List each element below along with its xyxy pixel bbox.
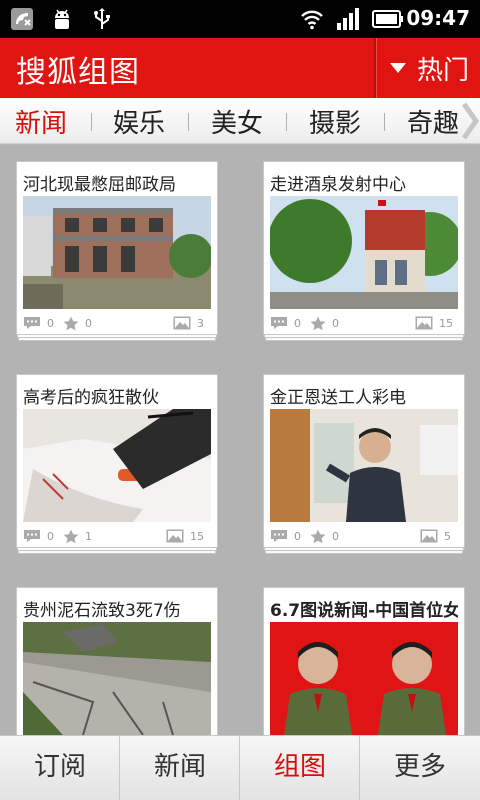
album-card[interactable]: 贵州泥石流致3死7伤 [16,587,218,735]
photo-count: 3 [197,317,204,330]
card-body: 6.7图说新闻-中国首位女 [263,587,465,735]
signal-icon [337,8,359,30]
photo-count: 15 [190,530,204,543]
album-card[interactable]: 高考后的疯狂散伙 0 1 15 [16,374,218,554]
card-thumbnail[interactable] [270,622,458,735]
card-body: 河北现最憋屈邮政局 0 0 3 [16,161,218,335]
card-title: 走进酒泉发射中心 [270,175,406,195]
battery-icon [372,10,403,28]
hot-filter-button[interactable]: 热门 [377,38,480,98]
star-icon [63,529,79,544]
comment-count: 0 [294,317,301,330]
tab-separator [286,113,287,131]
photo-icon [166,529,184,543]
card-title: 河北现最憋屈邮政局 [23,175,176,195]
album-card[interactable]: 走进酒泉发射中心 0 0 15 [263,161,465,341]
card-stats: 0 1 15 [23,529,211,545]
photo-icon [173,316,191,330]
comment-icon [24,317,40,329]
tab-entertainment[interactable]: 娱乐 [113,103,165,140]
card-body: 贵州泥石流致3死7伤 [16,587,218,735]
album-card[interactable]: 金正恩送工人彩电 0 0 5 [263,374,465,554]
nav-news[interactable]: 新闻 [120,736,240,800]
app-header: 搜狐组图 热门 [0,38,480,98]
bottom-navigation: 订阅 新闻 组图 更多 [0,735,480,800]
status-bar: 09:47 [0,0,480,38]
favorite-count: 0 [332,530,339,543]
card-title: 贵州泥石流致3死7伤 [23,601,181,621]
card-thumbnail[interactable] [23,196,211,309]
card-title: 高考后的疯狂散伙 [23,388,159,408]
comment-count: 0 [47,317,54,330]
wifi-icon [301,10,323,30]
card-stats: 0 0 15 [270,316,458,332]
card-title: 6.7图说新闻-中国首位女 [270,601,458,621]
nav-gallery[interactable]: 组图 [240,736,360,800]
favorite-count: 0 [85,317,92,330]
usb-icon [94,8,110,29]
scroll-right-icon[interactable] [460,102,480,140]
star-icon [63,316,79,331]
tab-news[interactable]: 新闻 [15,103,67,140]
tab-beauty[interactable]: 美女 [211,103,263,140]
tab-separator [384,113,385,131]
album-card[interactable]: 6.7图说新闻-中国首位女 [263,587,465,735]
photo-icon [415,316,433,330]
comment-icon [24,530,40,542]
card-thumbnail[interactable] [23,622,211,735]
card-thumbnail[interactable] [23,409,211,522]
phone-missed-icon [11,8,33,30]
card-body: 金正恩送工人彩电 0 0 5 [263,374,465,548]
star-icon [310,529,326,544]
caret-down-icon [390,63,406,73]
android-debug-icon [55,9,69,29]
photo-icon [420,529,438,543]
tab-photography[interactable]: 摄影 [309,103,361,140]
nav-subscribe[interactable]: 订阅 [0,736,120,800]
card-stats: 0 0 5 [270,529,458,545]
photo-album-grid[interactable]: 河北现最憋屈邮政局 0 0 3 走进酒泉发射中心 0 0 15 高考后的疯狂散伙… [0,145,480,735]
photo-count: 5 [444,530,451,543]
card-body: 走进酒泉发射中心 0 0 15 [263,161,465,335]
card-body: 高考后的疯狂散伙 0 1 15 [16,374,218,548]
card-stats: 0 0 3 [23,316,211,332]
tab-separator [188,113,189,131]
card-thumbnail[interactable] [270,196,458,309]
comment-count: 0 [47,530,54,543]
clock: 09:47 [406,6,470,30]
favorite-count: 0 [332,317,339,330]
comment-icon [271,317,287,329]
filter-label: 热门 [417,56,470,86]
app-title: 搜狐组图 [16,55,140,90]
tab-fun[interactable]: 奇趣 [407,103,459,140]
album-card[interactable]: 河北现最憋屈邮政局 0 0 3 [16,161,218,341]
card-title: 金正恩送工人彩电 [270,388,406,408]
tab-separator [91,113,92,131]
category-tab-bar: 新闻 娱乐 美女 摄影 奇趣 [0,98,480,144]
comment-icon [271,530,287,542]
card-thumbnail[interactable] [270,409,458,522]
comment-count: 0 [294,530,301,543]
star-icon [310,316,326,331]
nav-more[interactable]: 更多 [360,736,480,800]
favorite-count: 1 [85,530,92,543]
photo-count: 15 [439,317,453,330]
